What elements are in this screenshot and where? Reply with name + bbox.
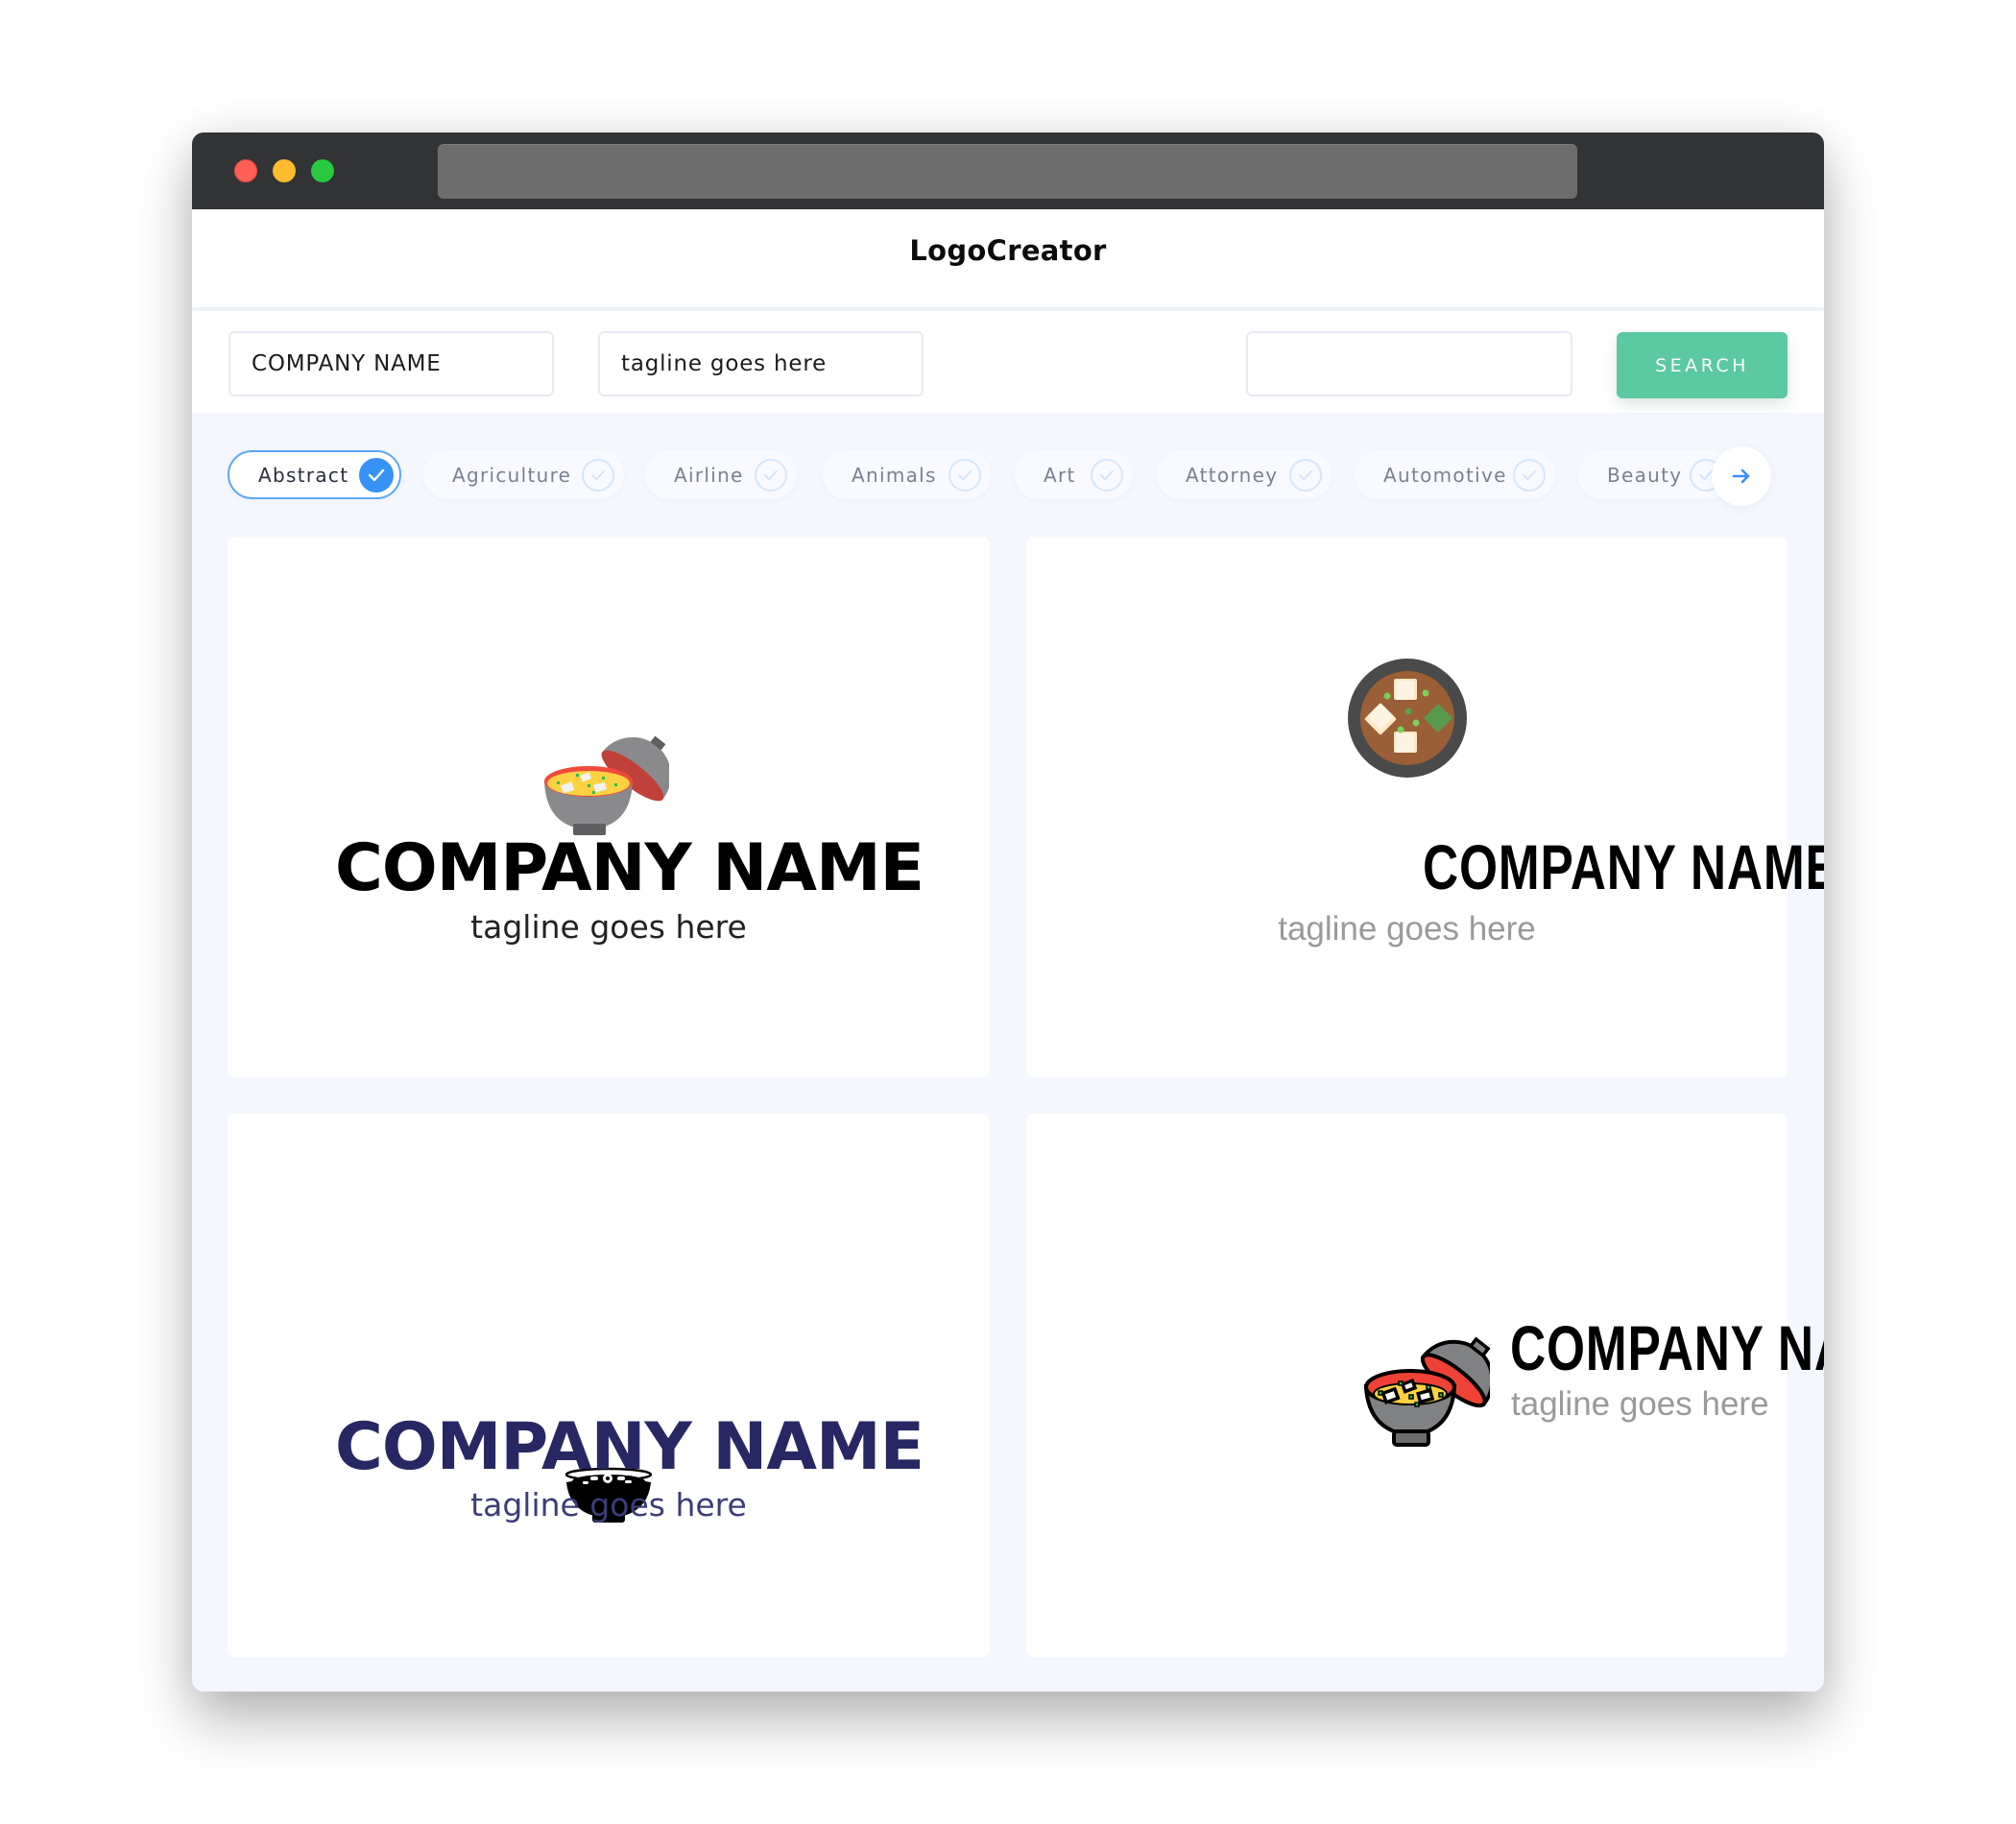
category-chip-art[interactable]: Art: [1015, 450, 1133, 499]
tagline-input[interactable]: tagline goes here: [598, 331, 924, 396]
logo-card[interactable]: COMPANY NAME tagline goes here: [228, 537, 990, 1077]
miso-soup-top-view-icon: [1347, 658, 1468, 779]
app-header: LogoCreator: [192, 209, 1824, 307]
arrow-right-icon: [1732, 468, 1751, 484]
next-categories-button[interactable]: [1712, 446, 1771, 506]
logo-company-name: COMPANY NAME: [335, 1409, 924, 1485]
search-button[interactable]: SEARCH: [1617, 332, 1788, 398]
category-chip-label: Automotive: [1383, 463, 1507, 487]
address-bar[interactable]: [438, 144, 1577, 199]
category-chip-agriculture[interactable]: Agriculture: [423, 450, 624, 499]
check-icon: [1289, 458, 1322, 492]
category-chip-label: Animals: [852, 463, 937, 487]
category-chip-automotive[interactable]: Automotive: [1355, 450, 1555, 499]
category-chip-attorney[interactable]: Attorney: [1157, 450, 1332, 499]
check-icon: [1091, 458, 1123, 492]
check-icon: [948, 458, 981, 492]
category-chip-label: Abstract: [258, 463, 349, 487]
maximize-window-button[interactable]: [311, 159, 334, 182]
category-chip-abstract[interactable]: Abstract: [228, 450, 401, 499]
category-chip-beauty[interactable]: Beauty: [1578, 450, 1732, 499]
miso-soup-bowl-outlined-icon: [1363, 1330, 1490, 1451]
logo-card[interactable]: COMPANY NAME tagline goes here: [1026, 1114, 1824, 1657]
category-filter-bar: Abstract Agriculture Airline Animals Art…: [192, 432, 1824, 509]
category-chip-label: Airline: [674, 463, 744, 487]
browser-titlebar: [192, 132, 1824, 209]
search-toolbar: COMPANY NAME tagline goes here SEARCH: [192, 311, 1824, 413]
logo-company-name: COMPANY NAME: [335, 830, 924, 906]
logo-company-name: COMPANY NAME: [1423, 831, 1824, 902]
minimize-window-button[interactable]: [273, 159, 296, 182]
category-chip-animals[interactable]: Animals: [823, 450, 991, 499]
app-logo-title[interactable]: LogoCreator: [192, 234, 1824, 267]
logo-tagline: tagline goes here: [1278, 910, 1536, 948]
logo-tagline: tagline goes here: [1511, 1385, 1769, 1423]
logo-card[interactable]: COMPANY NAME tagline goes here: [1026, 537, 1824, 1077]
company-name-input[interactable]: COMPANY NAME: [228, 331, 554, 396]
category-chip-label: Beauty: [1607, 463, 1683, 487]
category-chip-airline[interactable]: Airline: [645, 450, 797, 499]
check-icon: [755, 458, 787, 492]
logo-card[interactable]: COMPANY NAME tagline goes here: [228, 1114, 990, 1657]
keyword-search-input[interactable]: [1246, 331, 1572, 396]
browser-window: LogoCreator COMPANY NAME tagline goes he…: [192, 132, 1824, 1692]
check-icon: [359, 457, 394, 492]
check-icon: [582, 458, 614, 492]
check-icon: [1513, 458, 1546, 492]
logo-tagline: tagline goes here: [470, 1486, 747, 1524]
category-chip-label: Art: [1044, 463, 1076, 487]
close-window-button[interactable]: [234, 159, 257, 182]
logo-company-name: COMPANY NAME: [1510, 1312, 1824, 1383]
category-chip-label: Agriculture: [452, 463, 572, 487]
category-chip-label: Attorney: [1186, 463, 1279, 487]
miso-soup-bowl-icon: [544, 724, 669, 844]
logo-tagline: tagline goes here: [470, 908, 747, 946]
